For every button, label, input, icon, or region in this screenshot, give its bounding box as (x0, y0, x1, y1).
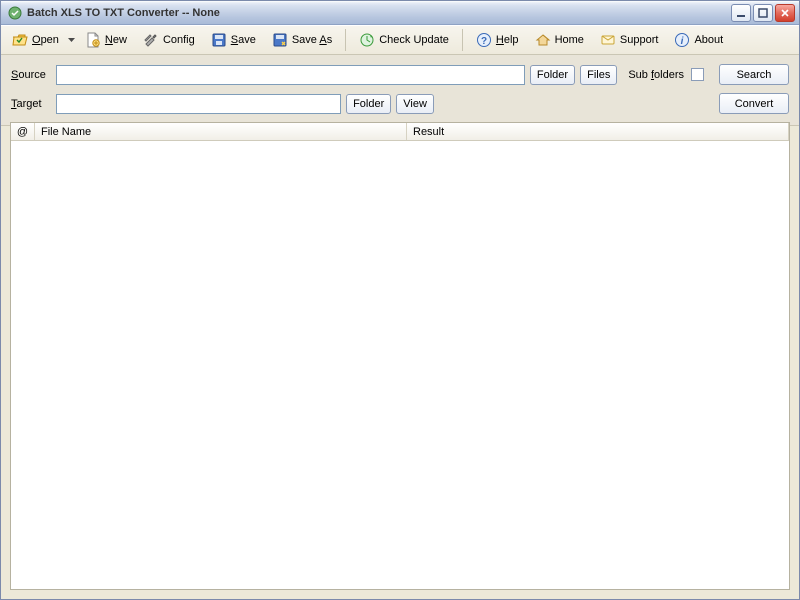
help-icon: ? (476, 32, 492, 48)
config-button[interactable]: Config (136, 28, 202, 52)
help-button[interactable]: ? Help (469, 28, 526, 52)
svg-text:i: i (681, 36, 684, 47)
column-file-name[interactable]: File Name (35, 123, 407, 140)
file-list-body[interactable] (11, 141, 789, 589)
about-button[interactable]: i About (667, 28, 730, 52)
target-view-button[interactable]: View (396, 94, 434, 114)
maximize-button[interactable] (753, 4, 773, 22)
save-icon (211, 32, 227, 48)
window-title: Batch XLS TO TXT Converter -- None (27, 7, 731, 19)
save-as-button[interactable]: Save As (265, 28, 339, 52)
support-label: Support (620, 34, 659, 46)
new-button[interactable]: New (78, 28, 134, 52)
config-label: Config (163, 34, 195, 46)
convert-button[interactable]: Convert (719, 93, 789, 114)
check-update-button[interactable]: Check Update (352, 28, 456, 52)
target-row: Target Folder View Convert (11, 93, 789, 114)
sub-folders-checkbox[interactable] (691, 68, 704, 81)
check-update-label: Check Update (379, 34, 449, 46)
save-label: Save (231, 34, 256, 46)
source-input[interactable] (56, 65, 525, 85)
config-icon (143, 32, 159, 48)
update-icon (359, 32, 375, 48)
sub-folders-label: Sub folders (628, 69, 684, 81)
file-list-header: @ File Name Result (11, 123, 789, 141)
svg-text:?: ? (481, 36, 487, 47)
toolbar-separator (462, 29, 463, 51)
source-files-button[interactable]: Files (580, 65, 617, 85)
main-toolbar: Open New Config Save Save As Check Updat… (1, 25, 799, 55)
source-folder-button[interactable]: Folder (530, 65, 575, 85)
home-label: Home (555, 34, 584, 46)
about-label: About (694, 34, 723, 46)
close-button[interactable] (775, 4, 795, 22)
source-row: Source Folder Files Sub folders Search (11, 64, 789, 85)
save-as-icon (272, 32, 288, 48)
home-button[interactable]: Home (528, 28, 591, 52)
new-label: New (105, 34, 127, 46)
save-button[interactable]: Save (204, 28, 263, 52)
support-button[interactable]: Support (593, 28, 666, 52)
save-as-label: Save As (292, 34, 332, 46)
target-folder-button[interactable]: Folder (346, 94, 391, 114)
column-result[interactable]: Result (407, 123, 789, 140)
paths-panel: Source Folder Files Sub folders Search T… (1, 55, 799, 126)
source-label: Source (11, 69, 51, 81)
title-bar: Batch XLS TO TXT Converter -- None (1, 1, 799, 25)
folder-open-icon (12, 32, 28, 48)
app-icon (7, 5, 23, 21)
target-input[interactable] (56, 94, 341, 114)
search-button[interactable]: Search (719, 64, 789, 85)
file-list: @ File Name Result (10, 122, 790, 590)
new-file-icon (85, 32, 101, 48)
open-button[interactable]: Open (5, 28, 66, 52)
help-label: Help (496, 34, 519, 46)
toolbar-separator (345, 29, 346, 51)
minimize-button[interactable] (731, 4, 751, 22)
open-label: Open (32, 34, 59, 46)
target-label: Target (11, 98, 51, 110)
home-icon (535, 32, 551, 48)
support-icon (600, 32, 616, 48)
info-icon: i (674, 32, 690, 48)
column-index[interactable]: @ (11, 123, 35, 140)
open-dropdown[interactable] (68, 28, 76, 52)
